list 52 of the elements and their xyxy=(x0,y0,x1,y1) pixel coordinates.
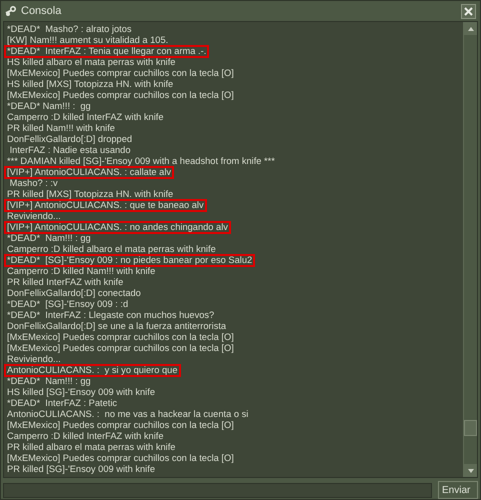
log-line: HS killed [MXS] Totopizza HN. with knife xyxy=(6,79,174,90)
log-line: *DEAD* Masho? : alrato jotos xyxy=(6,24,133,35)
log-line: PR killed albaro el mata perras with knife xyxy=(6,442,176,453)
log-line: DonFellixGallardo[:D] conectado xyxy=(6,288,142,299)
log-line: *DEAD* InterFAZ : Tenia que llegar con arma .-. xyxy=(4,45,210,58)
log-line: Camperro :D killed albaro el mata perras with knife xyxy=(6,244,217,255)
log-line: [MxEMexico] Puedes comprar cuchillos con la tecla [O] xyxy=(6,453,235,464)
log-line: Camperro :D killed Nam!!! with knife xyxy=(6,266,156,277)
log-line: Camperro :D killed InterFAZ with knife xyxy=(6,112,165,123)
log-line: [KW] Nam!!! aument su vitalidad a 105. xyxy=(6,35,170,46)
log-line: *DEAD* Nam!!! : gg xyxy=(6,101,92,112)
log-line: AntonioCULIACANS. : no me vas a hackear la cuenta o si xyxy=(6,409,250,420)
log-line: AntonioCULIACANS. : y si yo quiero que xyxy=(4,364,181,377)
log-line: [VIP+] AntonioCULIACANS. : que te baneao alv xyxy=(4,199,207,212)
log-line: *DEAD* Nam!!! : gg xyxy=(6,376,92,387)
log-line: [MxEMexico] Puedes comprar cuchillos con la tecla [O] xyxy=(6,68,235,79)
log-line: Camperro :D killed InterFAZ with knife xyxy=(6,431,165,442)
log-line: PR killed Nam!!! with knife xyxy=(6,123,116,134)
scrollbar[interactable] xyxy=(463,22,477,477)
close-icon xyxy=(464,6,473,16)
scroll-down-button[interactable] xyxy=(464,464,477,477)
close-button[interactable] xyxy=(461,4,476,18)
log-line: PR killed [SG]-'Ensoy 009 with knife xyxy=(6,464,156,475)
send-button[interactable]: Enviar xyxy=(438,481,478,499)
log-line: *** DAMIAN killed [SG]-'Ensoy 009 with a headshot from knife *** xyxy=(6,156,276,167)
log-line: [MxEMexico] Puedes comprar cuchillos con la tecla [O] xyxy=(6,420,235,431)
log-line: DonFellixGallardo[:D] dropped xyxy=(6,134,134,145)
log-line: [VIP+] AntonioCULIACANS. : callate alv xyxy=(4,166,174,179)
log-line: [MxEMexico] Puedes comprar cuchillos con la tecla [O] xyxy=(6,332,235,343)
log-line: Reviviendo... xyxy=(6,354,62,365)
log-line: PR killed InterFAZ with knife xyxy=(6,277,124,288)
log-line: InterFAZ : Nadie esta usando xyxy=(8,145,132,156)
window-title: Consola xyxy=(21,4,62,19)
log-line: *DEAD* InterFAZ : Llegaste con muchos huevos? xyxy=(6,310,216,321)
log-line: [VIP+] AntonioCULIACANS. : no andes chingando alv xyxy=(4,221,231,234)
log-line: *DEAD* [SG]-'Ensoy 009 : no piedes banear por eso Salu2 xyxy=(4,254,256,267)
log-line: *DEAD* InterFAZ : Patetic xyxy=(6,398,118,409)
log-line: Masho? : :v xyxy=(8,178,59,189)
log-line: [MxEMexico] Puedes comprar cuchillos con la tecla [O] xyxy=(6,343,235,354)
command-input[interactable] xyxy=(3,482,432,498)
log-line: HS killed [SG]-'Ensoy 009 with knife xyxy=(6,387,156,398)
log-line: HS killed albaro el mata perras with knife xyxy=(6,57,176,68)
down-arrow-icon xyxy=(468,468,474,472)
up-arrow-icon xyxy=(468,26,474,30)
log-line: PR killed [MXS] Totopizza HN. with knife xyxy=(6,189,174,200)
scroll-thumb[interactable] xyxy=(464,420,477,436)
log-line: *DEAD* Nam!!! : gg xyxy=(6,233,92,244)
log-line: DonFellixGallardo[:D] se une a la fuerza antiterrorista xyxy=(6,321,228,332)
log-line: *DEAD* [SG]-'Ensoy 009 : :d xyxy=(6,299,130,310)
log-line: [MxEMexico] Puedes comprar cuchillos con la tecla [O] xyxy=(6,90,235,101)
log-line: Reviviendo... xyxy=(6,211,62,222)
scroll-up-button[interactable] xyxy=(464,22,477,35)
